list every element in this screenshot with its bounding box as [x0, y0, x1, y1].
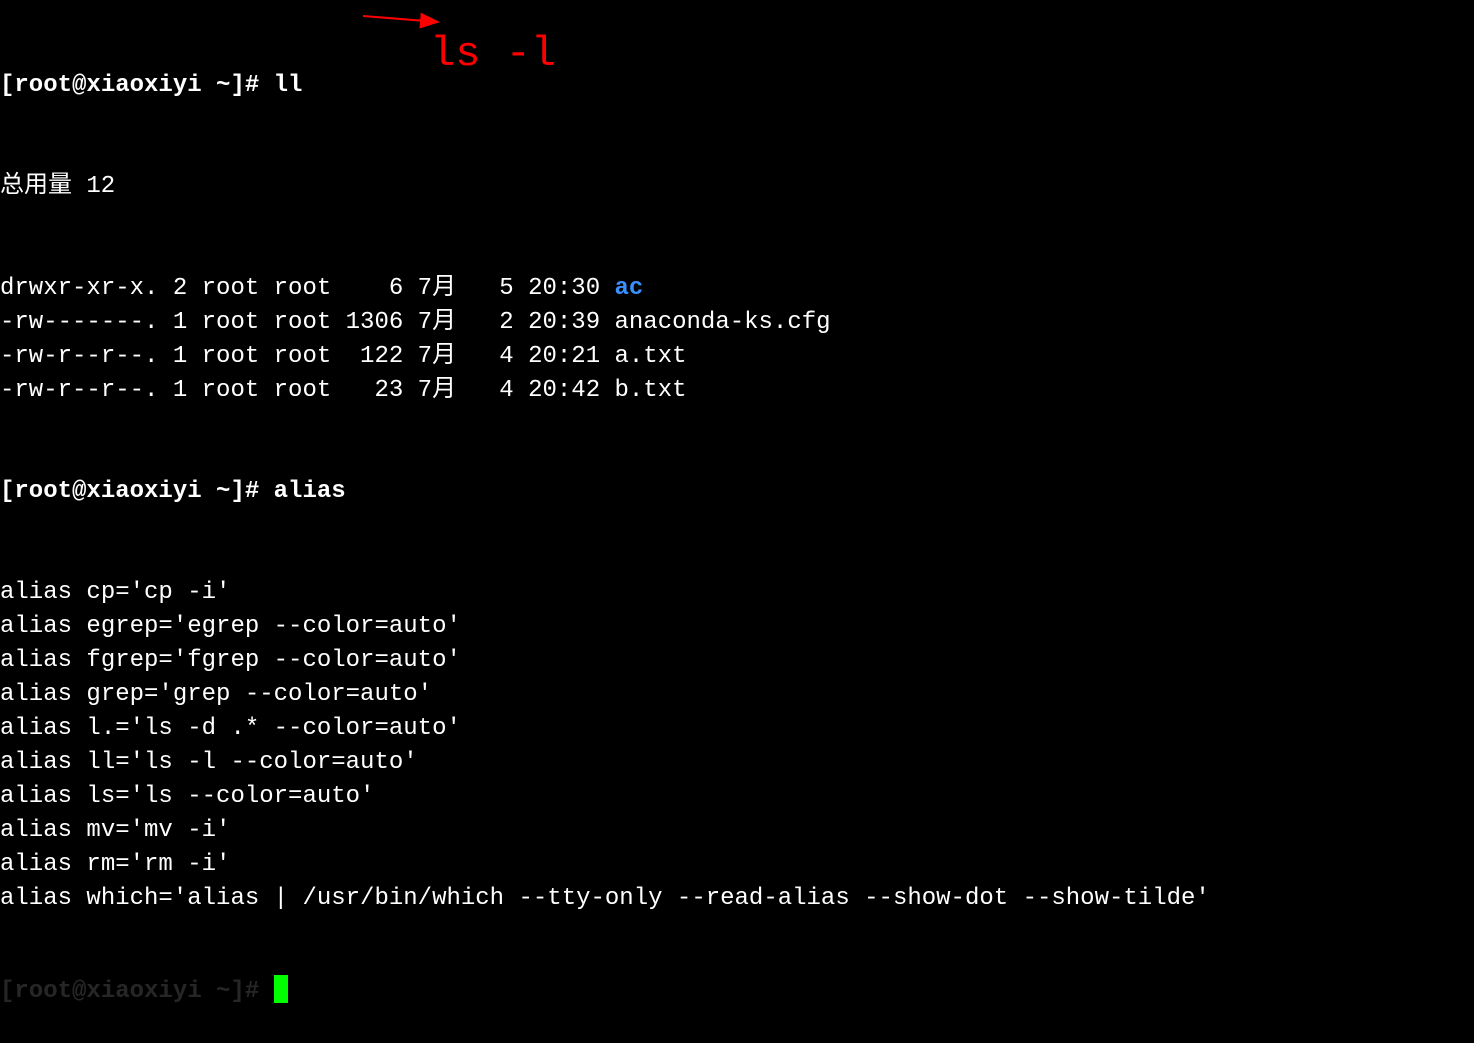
command-ll: ll	[274, 72, 303, 99]
alias-line: alias l.='ls -d .* --color=auto'	[0, 712, 1474, 746]
command-line-1: [root@xiaoxiyi ~]# ll	[0, 69, 1474, 103]
command-line-3[interactable]: [root@xiaoxiyi ~]#	[0, 975, 1474, 1009]
total-line: 总用量 12	[0, 170, 1474, 204]
alias-line: alias which='alias | /usr/bin/which --tt…	[0, 882, 1474, 916]
alias-line: alias mv='mv -i'	[0, 814, 1474, 848]
alias-line: alias fgrep='fgrep --color=auto'	[0, 644, 1474, 678]
file-name: ac	[615, 275, 644, 302]
alias-line: alias grep='grep --color=auto'	[0, 678, 1474, 712]
alias-line: alias rm='rm -i'	[0, 848, 1474, 882]
file-name: b.txt	[615, 377, 687, 404]
file-name: anaconda-ks.cfg	[615, 309, 831, 336]
file-row: -rw-------. 1 root root 1306 7月 2 20:39 …	[0, 306, 1474, 340]
alias-line: alias cp='cp -i'	[0, 576, 1474, 610]
file-row: -rw-r--r--. 1 root root 23 7月 4 20:42 b.…	[0, 374, 1474, 408]
terminal-output[interactable]: [root@xiaoxiyi ~]# ll 总用量 12 drwxr-xr-x.…	[0, 0, 1474, 1043]
command-line-2: [root@xiaoxiyi ~]# alias	[0, 475, 1474, 509]
file-name: a.txt	[615, 343, 687, 370]
annotation-label: ls -l	[430, 25, 556, 84]
file-listing: drwxr-xr-x. 2 root root 6 7月 5 20:30 ac-…	[0, 272, 1474, 408]
cursor	[274, 975, 288, 1003]
alias-line: alias ll='ls -l --color=auto'	[0, 746, 1474, 780]
alias-line: alias egrep='egrep --color=auto'	[0, 610, 1474, 644]
file-meta: -rw-r--r--. 1 root root 122 7月 4 20:21	[0, 343, 615, 370]
alias-listing: alias cp='cp -i'alias egrep='egrep --col…	[0, 576, 1474, 916]
command-alias: alias	[274, 478, 346, 505]
alias-line: alias ls='ls --color=auto'	[0, 780, 1474, 814]
prompt-3: [root@xiaoxiyi ~]#	[0, 978, 274, 1005]
file-row: -rw-r--r--. 1 root root 122 7月 4 20:21 a…	[0, 340, 1474, 374]
file-row: drwxr-xr-x. 2 root root 6 7月 5 20:30 ac	[0, 272, 1474, 306]
prompt-2: [root@xiaoxiyi ~]#	[0, 478, 274, 505]
prompt-1: [root@xiaoxiyi ~]#	[0, 72, 274, 99]
file-meta: -rw-------. 1 root root 1306 7月 2 20:39	[0, 309, 615, 336]
file-meta: -rw-r--r--. 1 root root 23 7月 4 20:42	[0, 377, 615, 404]
file-meta: drwxr-xr-x. 2 root root 6 7月 5 20:30	[0, 275, 615, 302]
